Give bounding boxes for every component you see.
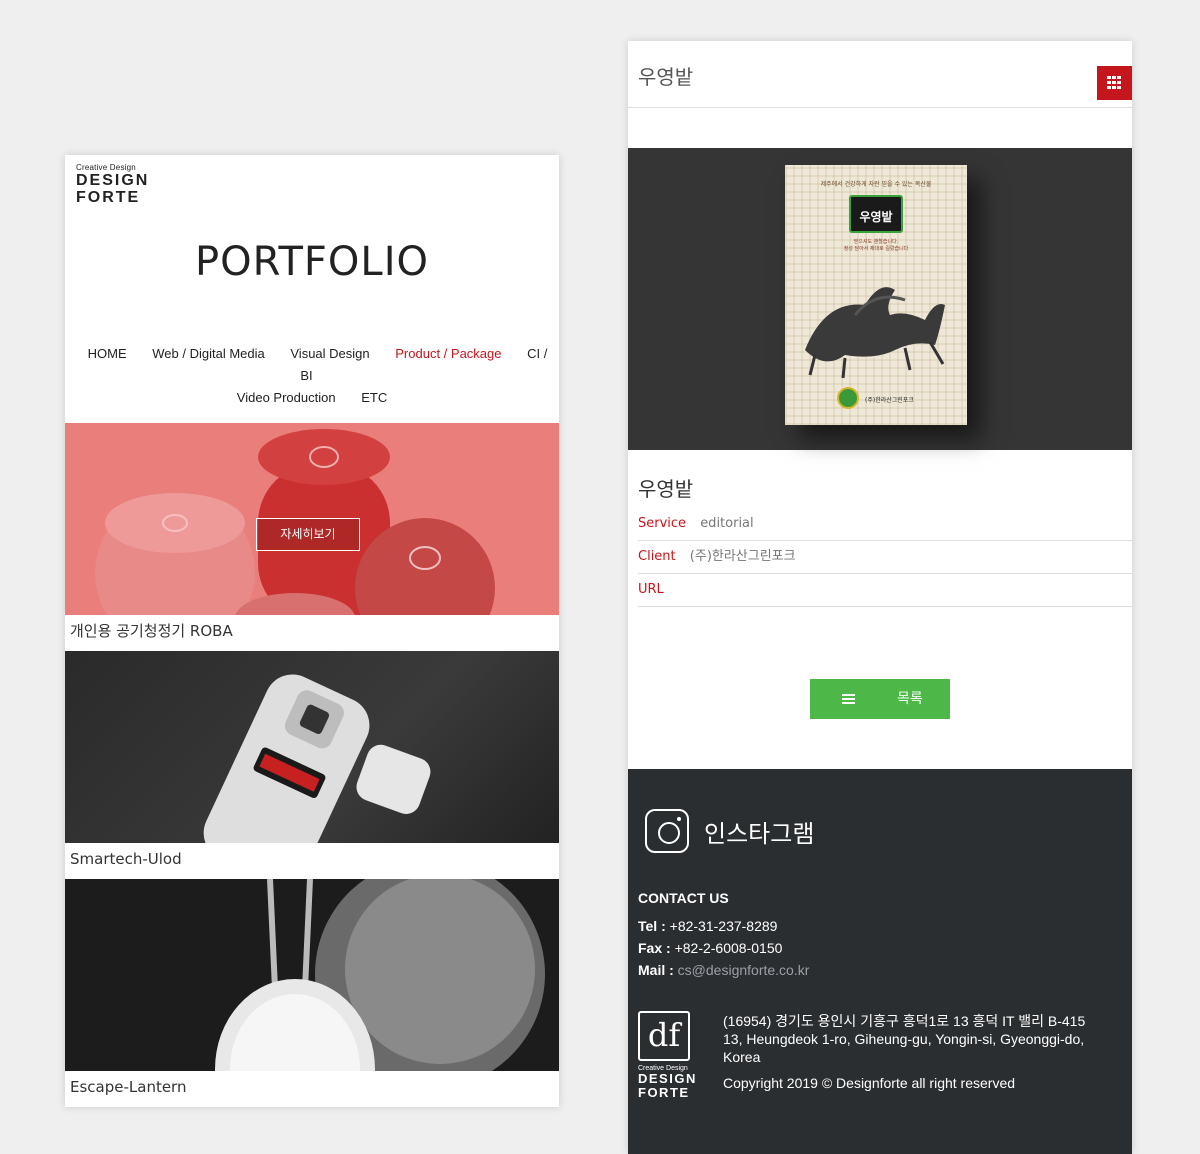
book-subtitle: 믿으셔도 괜찮습니다. 정성 담아서 제대로 길렀습니다 <box>785 239 967 253</box>
book-sub-line1: 믿으셔도 괜찮습니다. <box>853 239 899 245</box>
address-korean: (16954) 경기도 용인시 기흥구 흥덕1로 13 흥덕 IT 밸리 B-4… <box>723 1013 1086 1029</box>
project-hero-image: 제주에서 건강하게 자란 믿을 수 있는 목산물 우영밭 믿으셔도 괜찮습니다.… <box>628 148 1132 450</box>
nav-product-package[interactable]: Product / Package <box>395 346 501 361</box>
view-details-button[interactable]: 자세히보기 <box>256 518 360 551</box>
fax-label: Fax : <box>638 940 671 956</box>
info-key: URL <box>638 582 664 597</box>
nav-web-digital-media[interactable]: Web / Digital Media <box>152 346 264 361</box>
info-value: (주)한라산그린포크 <box>689 549 796 564</box>
info-row-service: Service editorial <box>638 508 1132 541</box>
book-badge-text: 우영밭 <box>859 210 893 224</box>
back-to-list-button[interactable]: 목록 <box>810 679 950 719</box>
publisher-seal <box>837 387 859 409</box>
address-english: 13, Heungdeok 1-ro, Giheung-gu, Yongin-s… <box>723 1031 1085 1065</box>
info-row-url: URL <box>638 574 1132 607</box>
copyright: Copyright 2019 © Designforte all right r… <box>723 1075 1016 1091</box>
info-key: Client <box>638 549 676 564</box>
list-icon <box>842 694 855 704</box>
mail-label: Mail : <box>638 962 674 978</box>
escape-lantern-image <box>215 879 545 1071</box>
page-title: PORTFOLIO <box>195 239 429 285</box>
horses-illustration <box>805 287 945 379</box>
company-address: (16954) 경기도 용인시 기흥구 흥덕1로 13 흥덕 IT 밸리 B-4… <box>723 1012 1123 1066</box>
list-button-label: 목록 <box>897 691 923 707</box>
instagram-icon[interactable] <box>645 809 689 853</box>
portfolio-caption[interactable]: 개인용 공기청정기 ROBA <box>65 615 559 651</box>
header-title: 우영밭 <box>638 65 694 89</box>
portfolio-caption[interactable]: Escape-Lantern <box>65 1071 559 1107</box>
portfolio-item[interactable]: Smartech-Ulod <box>65 651 559 879</box>
footer-logo: Creative Design DESIGN FORTE <box>638 1065 697 1100</box>
nav-video-production[interactable]: Video Production <box>237 390 336 405</box>
book-publisher: (주)한라산그린포크 <box>865 397 914 404</box>
tel-label: Tel : <box>638 918 666 934</box>
df-logo-mark: df <box>638 1011 690 1061</box>
tel-value[interactable]: +82-31-237-8289 <box>670 918 778 934</box>
designforte-logo[interactable]: Creative Design DESIGN FORTE <box>76 163 149 206</box>
contact-mail: Mail : cs@designforte.co.kr <box>638 962 809 978</box>
detail-header: 우영밭 <box>628 41 1132 108</box>
logo-line1: DESIGN <box>76 172 150 189</box>
menu-button[interactable] <box>1097 66 1132 100</box>
footer-logo-line2: FORTE <box>638 1085 690 1100</box>
portfolio-thumbnail-escape[interactable] <box>65 879 559 1071</box>
contact-tel: Tel : +82-31-237-8289 <box>638 918 777 934</box>
portfolio-caption[interactable]: Smartech-Ulod <box>65 843 559 879</box>
project-title: 우영밭 <box>638 477 694 501</box>
info-key: Service <box>638 516 687 531</box>
grid-menu-icon <box>1107 76 1122 90</box>
nav-etc[interactable]: ETC <box>361 390 387 405</box>
category-nav: HOME Web / Digital Media Visual Design P… <box>65 343 559 409</box>
logo-tagline: Creative Design <box>76 163 136 172</box>
contact-fax: Fax : +82-2-6008-0150 <box>638 940 782 956</box>
portfolio-detail-screen: 우영밭 제주에서 건강하게 자란 믿을 수 있는 목산물 우영밭 믿으셔도 괜찮… <box>628 41 1132 1154</box>
info-value: editorial <box>700 516 754 531</box>
nav-home[interactable]: HOME <box>88 346 127 361</box>
ulod-product-image <box>203 674 431 843</box>
book-sub-line2: 정성 담아서 제대로 길렀습니다 <box>843 246 909 252</box>
book-badge: 우영밭 <box>849 195 903 233</box>
portfolio-list-screen: Creative Design DESIGN FORTE PORTFOLIO H… <box>65 155 559 1107</box>
instagram-link[interactable]: 인스타그램 <box>704 814 814 849</box>
portfolio-item[interactable]: 자세히보기 개인용 공기청정기 ROBA <box>65 423 559 651</box>
logo-line2: FORTE <box>76 189 141 206</box>
book-top-text: 제주에서 건강하게 자란 믿을 수 있는 목산물 <box>820 181 932 188</box>
mail-link[interactable]: cs@designforte.co.kr <box>678 962 810 978</box>
contact-heading: CONTACT US <box>638 890 729 906</box>
book-cover: 제주에서 건강하게 자란 믿을 수 있는 목산물 우영밭 믿으셔도 괜찮습니다.… <box>785 165 967 425</box>
footer-logo-line1: DESIGN <box>638 1071 697 1086</box>
site-footer: 인스타그램 CONTACT US Tel : +82-31-237-8289 F… <box>628 769 1132 1154</box>
portfolio-thumbnail-roba[interactable]: 자세히보기 <box>65 423 559 615</box>
info-row-client: Client (주)한라산그린포크 <box>638 541 1132 574</box>
nav-visual-design[interactable]: Visual Design <box>290 346 369 361</box>
fax-value: +82-2-6008-0150 <box>674 940 783 956</box>
portfolio-thumbnail-ulod[interactable] <box>65 651 559 843</box>
portfolio-item[interactable]: Escape-Lantern <box>65 879 559 1107</box>
